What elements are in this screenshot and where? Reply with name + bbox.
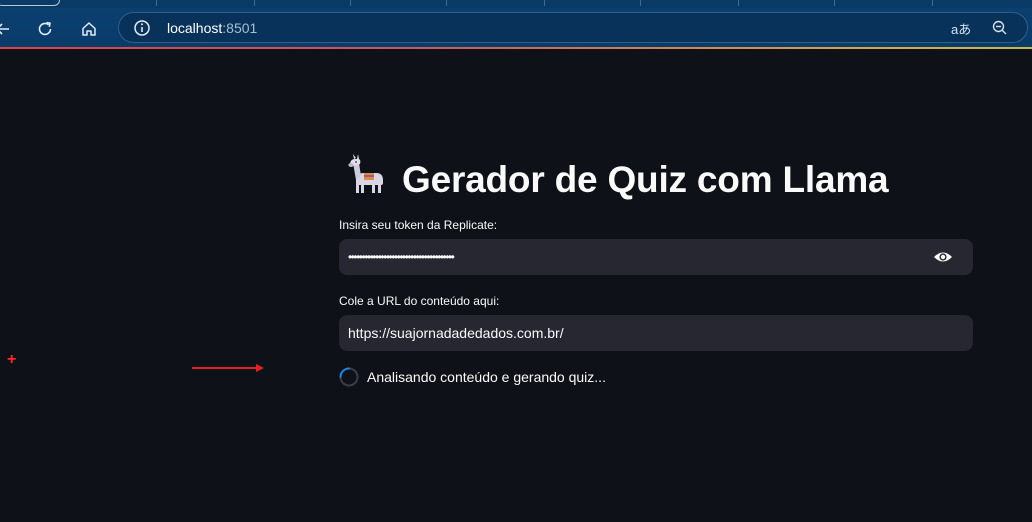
- token-field[interactable]: •••••••••••••••••••••••••••••••••••••••: [339, 239, 973, 275]
- token-value[interactable]: •••••••••••••••••••••••••••••••••••••••: [348, 250, 455, 264]
- tab-divider: [640, 0, 641, 6]
- browser-toolbar: localhost:8501 aあ: [0, 8, 1032, 47]
- zoom-out-icon[interactable]: [991, 19, 1009, 37]
- tab-divider: [446, 0, 447, 6]
- eye-icon[interactable]: [933, 249, 953, 265]
- tab-divider: [834, 0, 835, 6]
- url-label: Cole a URL do conteúdo aqui:: [339, 294, 500, 308]
- url-value[interactable]: https://suajornadadedados.com.br/: [348, 325, 564, 341]
- tab-divider: [738, 0, 739, 6]
- url-host: localhost: [167, 20, 223, 36]
- token-label: Insira seu token da Replicate:: [339, 218, 498, 232]
- plus-marker: +: [7, 351, 17, 368]
- llama-icon: [344, 153, 388, 206]
- page-title: Gerador de Quiz com Llama: [344, 153, 889, 206]
- address-bar[interactable]: localhost:8501 aあ: [118, 12, 1028, 43]
- spinner-icon: [339, 367, 359, 387]
- tab-divider: [254, 0, 255, 6]
- tab-divider: [350, 0, 351, 6]
- back-button[interactable]: [0, 16, 16, 42]
- active-tab[interactable]: [0, 0, 60, 6]
- status-text: Analisando conteúdo e gerando quiz...: [367, 369, 606, 385]
- back-arrow-icon: [0, 23, 9, 35]
- status-message: Analisando conteúdo e gerando quiz...: [339, 367, 606, 387]
- home-button[interactable]: [76, 16, 102, 42]
- url-field[interactable]: https://suajornadadedados.com.br/: [339, 315, 973, 351]
- tab-divider: [544, 0, 545, 6]
- tab-divider: [932, 0, 933, 6]
- page-title-text: Gerador de Quiz com Llama: [402, 158, 889, 200]
- reload-button[interactable]: [32, 16, 58, 42]
- translate-icon[interactable]: aあ: [951, 19, 971, 38]
- info-icon[interactable]: [133, 19, 151, 37]
- red-arrow-icon: [192, 364, 264, 372]
- browser-accent-line: [0, 47, 1032, 49]
- tab-strip: [0, 0, 1032, 8]
- tab-divider: [156, 0, 157, 6]
- url-port: :8501: [222, 20, 258, 36]
- home-icon: [82, 22, 96, 36]
- reload-icon: [38, 21, 52, 36]
- url-text[interactable]: localhost:8501: [167, 20, 257, 36]
